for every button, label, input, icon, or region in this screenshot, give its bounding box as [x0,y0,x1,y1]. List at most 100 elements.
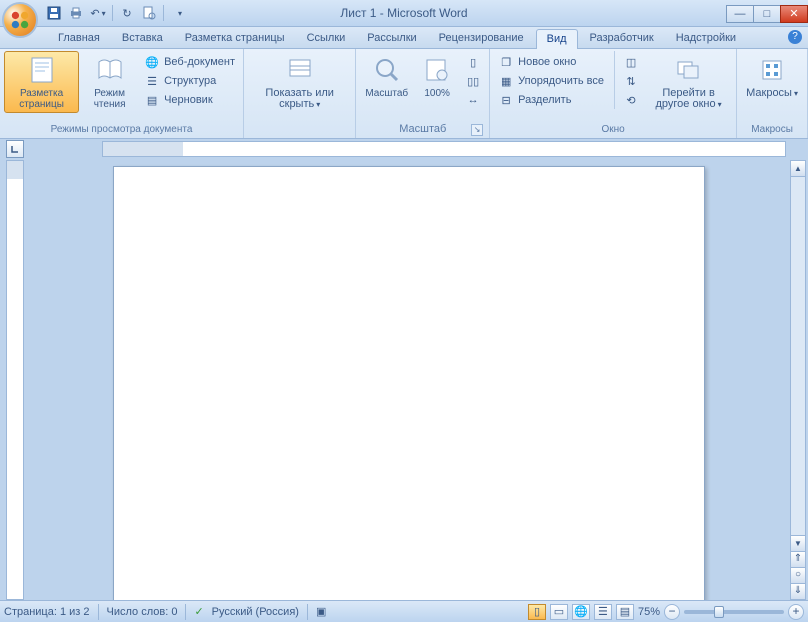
separator [163,5,164,21]
tab-page-layout[interactable]: Разметка страницы [175,29,295,48]
next-page-icon[interactable]: ⇓ [791,583,805,599]
tab-insert[interactable]: Вставка [112,29,173,48]
zoom-thumb[interactable] [714,606,724,618]
browse-object-icon[interactable]: ○ [791,567,805,583]
vertical-scrollbar[interactable]: ▲ ▼ ⇑ ○ ⇓ [790,160,806,600]
status-language[interactable]: Русский (Россия) [212,606,299,618]
macros-icon [756,54,788,86]
zoom-level[interactable]: 75% [638,606,660,618]
switch-windows-icon [673,54,705,86]
print-layout-icon [26,54,58,86]
document-area [0,160,808,600]
zoom-button[interactable]: Масштаб [360,51,413,102]
status-bar: Страница: 1 из 2 Число слов: 0 ✓ Русский… [0,600,808,622]
scroll-up-icon[interactable]: ▲ [791,161,805,177]
office-button[interactable] [2,2,38,38]
switch-windows-button[interactable]: Перейти в другое окно▾ [645,51,732,113]
view-print-layout-icon[interactable]: ▯ [528,604,546,620]
zoom-100-button[interactable]: 100% [415,51,459,102]
draft-button[interactable]: ▤Черновик [140,91,239,109]
separator [307,604,308,620]
tab-developer[interactable]: Разработчик [580,29,664,48]
macro-record-icon[interactable]: ▣ [316,605,326,618]
split-button[interactable]: ⊟Разделить [494,91,608,109]
arrange-all-button[interactable]: ▦Упорядочить все [494,72,608,90]
status-page[interactable]: Страница: 1 из 2 [4,606,90,618]
print-preview-icon[interactable] [141,5,157,21]
group-document-views: Разметка страницы Режим чтения 🌐 Веб-доку… [0,49,244,138]
reading-label: Режим чтения [86,88,133,110]
status-words[interactable]: Число слов: 0 [107,606,178,618]
zoom-launcher-icon[interactable]: ↘ [471,124,483,136]
view-side-by-side-button[interactable]: ◫ [619,53,643,71]
page-width-button[interactable]: ↔ [461,91,485,109]
separator [98,604,99,620]
close-button[interactable]: ✕ [780,5,808,23]
tab-selector-button[interactable] [6,140,24,158]
tab-mailings[interactable]: Рассылки [357,29,426,48]
reading-layout-button[interactable]: Режим чтения [81,51,138,113]
outline-icon: ☰ [144,73,160,89]
view-reading-icon[interactable]: ▭ [550,604,568,620]
zoom-slider[interactable] [684,610,784,614]
new-window-button[interactable]: ❐ Новое окно [494,53,608,71]
redo-icon[interactable]: ↻ [119,5,135,21]
outline-label: Структура [164,75,216,87]
reset-pos-icon: ⟲ [623,92,639,108]
tab-home[interactable]: Главная [48,29,110,48]
quick-print-icon[interactable] [68,5,84,21]
reset-position-button[interactable]: ⟲ [619,91,643,109]
one-page-button[interactable]: ▯ [461,53,485,71]
tab-view[interactable]: Вид [536,29,578,49]
two-pages-button[interactable]: ▯▯ [461,72,485,90]
save-icon[interactable] [46,5,62,21]
new-window-icon: ❐ [498,54,514,70]
zoom-in-button[interactable]: + [788,604,804,620]
status-right: ▯ ▭ 🌐 ☰ ▤ 75% − + [528,604,804,620]
help-icon[interactable]: ? [788,30,802,44]
tab-review[interactable]: Рецензирование [429,29,534,48]
horizontal-ruler[interactable] [102,141,786,157]
zoom-label: Масштаб [365,88,408,99]
reading-icon [94,54,126,86]
new-window-label: Новое окно [518,56,576,68]
show-hide-button[interactable]: Показать или скрыть▾ [248,51,351,113]
group-macros: Макросы▾ Макросы [737,49,808,138]
view-draft-icon[interactable]: ▤ [616,604,634,620]
macros-button[interactable]: Макросы▾ [741,51,803,102]
window-title: Лист 1 - Microsoft Word [340,6,467,20]
quick-access-toolbar: ↶▾ ↻ ▾ [46,5,188,21]
web-layout-button[interactable]: 🌐 Веб-документ [140,53,239,71]
qat-customize-icon[interactable]: ▾ [172,5,188,21]
spellcheck-icon[interactable]: ✓ [194,605,203,618]
vertical-ruler[interactable] [6,160,24,600]
side-by-side-icon: ◫ [623,54,639,70]
separator [185,604,186,620]
ribbon: Разметка страницы Режим чтения 🌐 Веб-доку… [0,49,808,139]
web-label: Веб-документ [164,56,235,68]
view-outline-icon[interactable]: ☰ [594,604,612,620]
outline-button[interactable]: ☰ Структура [140,72,239,90]
group-show-hide-label [248,122,351,138]
sync-scroll-icon: ⇅ [623,73,639,89]
sync-scroll-button[interactable]: ⇅ [619,72,643,90]
print-layout-button[interactable]: Разметка страницы [4,51,79,113]
undo-icon[interactable]: ↶▾ [90,5,106,21]
zoom-out-button[interactable]: − [664,604,680,620]
group-views-label: Режимы просмотра документа [4,122,239,138]
tab-references[interactable]: Ссылки [297,29,356,48]
arrange-label: Упорядочить все [518,75,604,87]
zoom-100-label: 100% [424,88,450,99]
maximize-button[interactable]: □ [753,5,781,23]
tab-addins[interactable]: Надстройки [666,29,746,48]
ribbon-tabs: Главная Вставка Разметка страницы Ссылки… [0,27,808,49]
view-web-icon[interactable]: 🌐 [572,604,590,620]
web-icon: 🌐 [144,54,160,70]
prev-page-icon[interactable]: ⇑ [791,551,805,567]
scroll-down-icon[interactable]: ▼ [791,535,805,551]
draft-icon: ▤ [144,92,160,108]
minimize-button[interactable]: — [726,5,754,23]
document-page[interactable] [113,166,705,600]
document-scroll[interactable] [28,160,808,600]
zoom-icon [371,54,403,86]
